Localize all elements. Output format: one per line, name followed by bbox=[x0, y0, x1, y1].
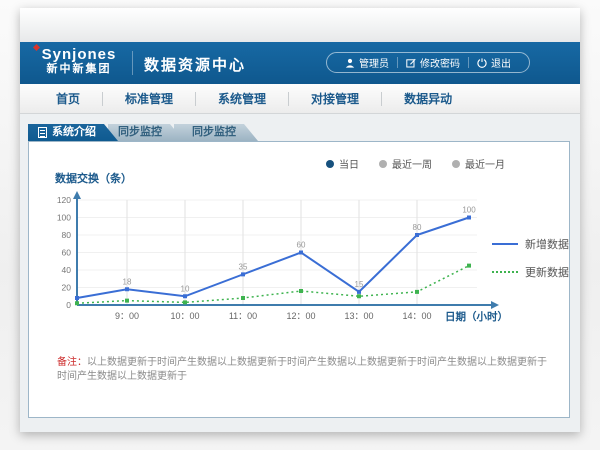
svg-text:10：00: 10：00 bbox=[170, 311, 199, 321]
svg-text:100: 100 bbox=[57, 213, 71, 223]
footnote-text: 以上数据更新于时间产生数据以上数据更新于时间产生数据以上数据更新于时间产生数据以… bbox=[57, 357, 547, 382]
filter-last-month[interactable]: 最近一月 bbox=[452, 156, 505, 171]
svg-text:13：00: 13：00 bbox=[344, 311, 373, 321]
svg-text:80: 80 bbox=[62, 230, 72, 240]
chart-canvas: 0 20 40 60 80 100 120 9：00 10：00 11：00 12：00 13：00 1… bbox=[49, 186, 519, 336]
radio-icon bbox=[452, 160, 460, 168]
svg-text:日期（小时）: 日期（小时） bbox=[445, 310, 508, 323]
chart-y-axis-title: 数据交换（条） bbox=[55, 170, 132, 186]
svg-text:10: 10 bbox=[181, 284, 190, 293]
content-area: 系统介绍 同步监控 同步监控 当日 最近一周 bbox=[20, 114, 580, 432]
main-nav: 首页 标准管理 系统管理 对接管理 数据异动 bbox=[20, 84, 580, 114]
legend-line-solid-icon bbox=[492, 241, 518, 247]
footnote-label: 备注： bbox=[57, 357, 87, 368]
svg-text:35: 35 bbox=[239, 262, 248, 271]
nav-item-home[interactable]: 首页 bbox=[34, 90, 102, 107]
tab-bar: 系统介绍 同步监控 同步监控 bbox=[28, 124, 258, 141]
filter-last-week[interactable]: 最近一周 bbox=[379, 156, 432, 171]
svg-text:20: 20 bbox=[62, 283, 72, 293]
svg-text:18: 18 bbox=[123, 277, 132, 286]
tab-sync-monitor-1[interactable]: 同步监控 bbox=[108, 124, 184, 141]
radio-icon bbox=[379, 160, 387, 168]
chart-panel: 当日 最近一周 最近一月 数据交换（条） 0 20 40 60 80 100 120 9：00… bbox=[28, 141, 570, 418]
svg-text:60: 60 bbox=[297, 241, 306, 250]
svg-text:11：00: 11：00 bbox=[229, 311, 257, 321]
tab-system-intro[interactable]: 系统介绍 bbox=[28, 124, 118, 141]
header-divider bbox=[132, 51, 133, 75]
company-logo: Synjones 新中新集团 bbox=[36, 46, 122, 76]
change-password-button[interactable]: 修改密码 bbox=[398, 55, 468, 70]
app-header: Synjones 新中新集团 数据资源中心 管理员 bbox=[20, 42, 580, 84]
user-icon bbox=[345, 58, 355, 68]
user-menu: 管理员 修改密码 退出 bbox=[326, 52, 530, 73]
svg-text:120: 120 bbox=[57, 195, 71, 205]
chart-legend: 新增数据 更新数据 bbox=[492, 236, 569, 280]
nav-item-system-mgmt[interactable]: 系统管理 bbox=[196, 90, 288, 107]
svg-text:9：00: 9：00 bbox=[115, 311, 139, 321]
user-name-button[interactable]: 管理员 bbox=[337, 55, 397, 70]
logo-text-cn: 新中新集团 bbox=[36, 63, 122, 76]
legend-item-updated-data: 更新数据 bbox=[492, 264, 569, 280]
screen: Synjones 新中新集团 数据资源中心 管理员 bbox=[0, 0, 600, 450]
legend-item-new-data: 新增数据 bbox=[492, 236, 569, 252]
logo-spark-icon bbox=[33, 44, 40, 51]
svg-text:60: 60 bbox=[62, 248, 72, 258]
nav-item-interface-mgmt[interactable]: 对接管理 bbox=[289, 90, 381, 107]
line-chart: 0 20 40 60 80 100 120 9：00 10：00 11：00 12：00 13：00 1… bbox=[49, 186, 519, 336]
browser-top-strip bbox=[20, 8, 580, 42]
filter-today[interactable]: 当日 bbox=[326, 156, 359, 171]
tab-sync-monitor-2[interactable]: 同步监控 bbox=[174, 124, 258, 141]
svg-text:0: 0 bbox=[66, 300, 71, 310]
footnote: 备注：以上数据更新于时间产生数据以上数据更新于时间产生数据以上数据更新于时间产生… bbox=[57, 356, 547, 384]
radio-icon bbox=[326, 160, 334, 168]
power-icon bbox=[477, 58, 487, 68]
edit-icon bbox=[406, 58, 416, 68]
time-range-filters: 当日 最近一周 最近一月 bbox=[326, 156, 505, 171]
nav-item-data-change[interactable]: 数据异动 bbox=[382, 90, 474, 107]
logout-button[interactable]: 退出 bbox=[469, 55, 519, 70]
svg-text:15: 15 bbox=[355, 280, 364, 289]
nav-item-standard-mgmt[interactable]: 标准管理 bbox=[103, 90, 195, 107]
svg-text:14：00: 14：00 bbox=[402, 311, 431, 321]
page-title: 数据资源中心 bbox=[144, 54, 246, 75]
svg-text:40: 40 bbox=[62, 265, 72, 275]
app-page: Synjones 新中新集团 数据资源中心 管理员 bbox=[20, 8, 580, 432]
logo-text-en: Synjones bbox=[36, 46, 122, 63]
svg-text:100: 100 bbox=[462, 206, 476, 215]
svg-text:12：00: 12：00 bbox=[286, 311, 315, 321]
document-icon bbox=[38, 127, 47, 138]
legend-line-dotted-icon bbox=[492, 269, 518, 275]
svg-text:80: 80 bbox=[413, 223, 422, 232]
